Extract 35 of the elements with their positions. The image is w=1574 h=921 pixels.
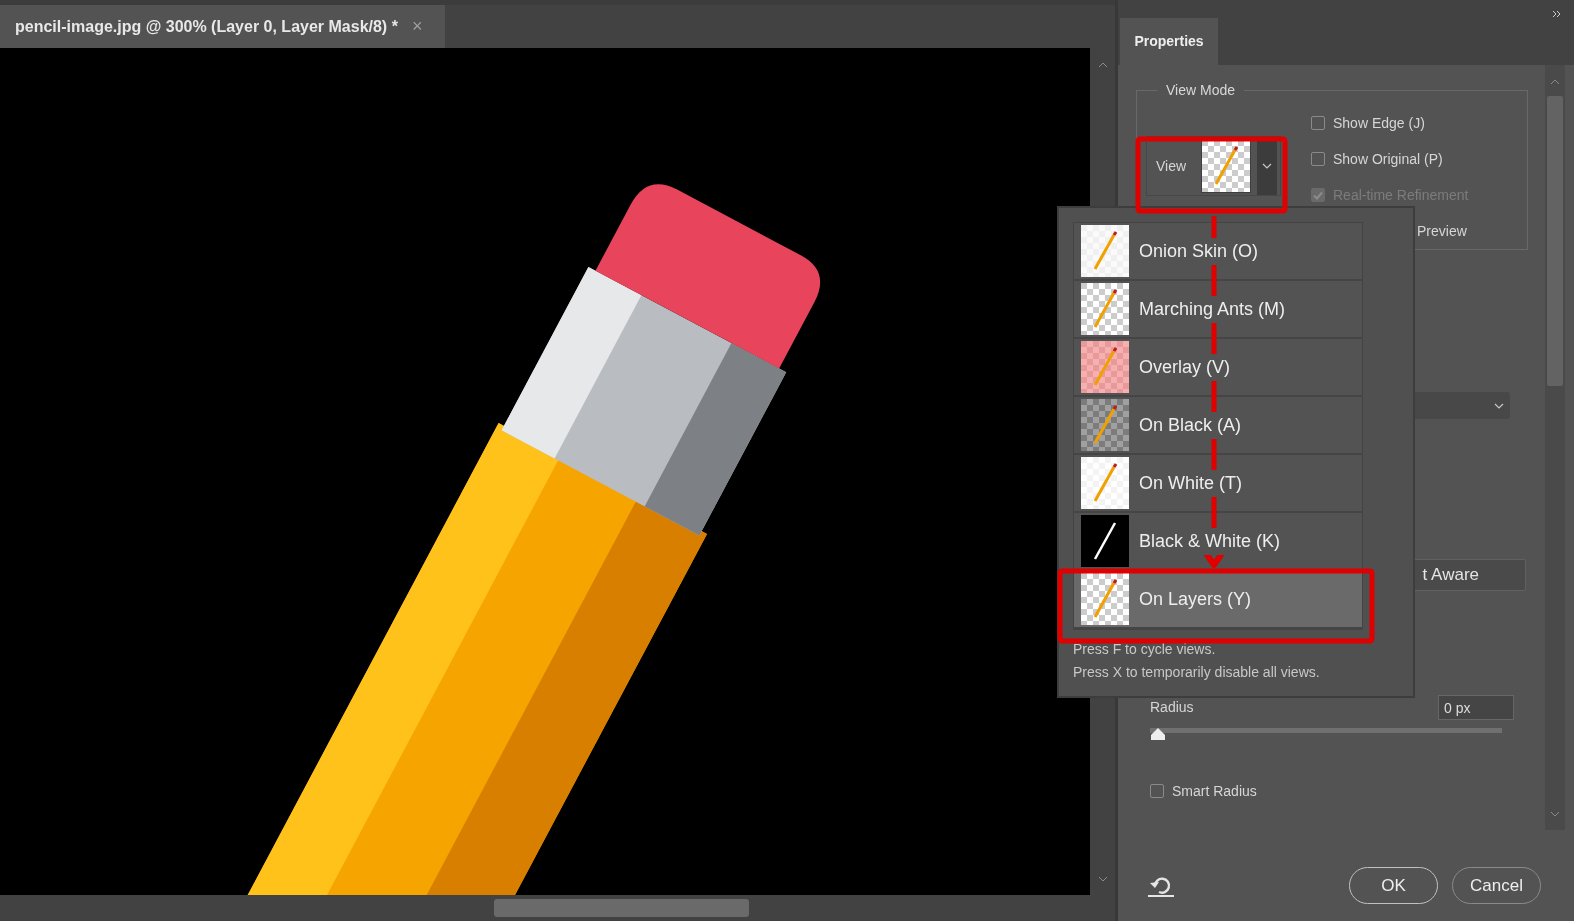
menu-item[interactable]: Marching Ants (M): [1074, 281, 1362, 339]
document-title: pencil-image.jpg @ 300% (Layer 0, Layer Mask/8) *: [15, 16, 398, 37]
view-thumbnail: [1081, 515, 1129, 567]
menu-item[interactable]: On White (T): [1074, 455, 1362, 513]
hint-text: Press F to cycle views.: [1073, 640, 1217, 659]
hint-text: Press X to temporarily disable all views.: [1073, 663, 1321, 682]
checkbox[interactable]: [1150, 784, 1164, 798]
view-thumbnail: [1081, 341, 1129, 393]
panel-tab[interactable]: Properties: [1120, 18, 1218, 65]
checkbox-label: Preview: [1417, 221, 1467, 241]
checkbox-label: Smart Radius: [1172, 781, 1257, 801]
field-label: Radius: [1150, 698, 1194, 717]
menu-item[interactable]: On Black (A): [1074, 397, 1362, 455]
scrollbar-thumb[interactable]: [494, 899, 749, 917]
view-thumbnail: [1081, 457, 1129, 509]
checkbox[interactable]: [1311, 152, 1325, 166]
view-thumbnail: [1081, 225, 1129, 277]
chevron-down-icon: [1494, 402, 1504, 409]
view-thumbnail: [1081, 573, 1129, 625]
checkbox[interactable]: [1311, 116, 1325, 130]
radius-field[interactable]: 0 px: [1438, 695, 1514, 720]
document-tab[interactable]: pencil-image.jpg @ 300% (Layer 0, Layer Mask/8) * ×: [0, 5, 445, 48]
menu-item[interactable]: Onion Skin (O): [1074, 223, 1362, 281]
group-title: View Mode: [1165, 82, 1236, 98]
view-thumbnail: [1081, 399, 1129, 451]
menu-item[interactable]: Overlay (V): [1074, 339, 1362, 397]
view-thumbnail: [1202, 140, 1251, 192]
chevron-down-icon: [1262, 163, 1273, 169]
view-thumbnail: [1081, 283, 1129, 335]
checkbox-label: Show Original (P): [1333, 149, 1443, 169]
view-control[interactable]: View: [1146, 136, 1281, 196]
scrollbar-thumb[interactable]: [1547, 96, 1563, 386]
checkbox-label: Show Edge (J): [1333, 113, 1425, 133]
field-label: View: [1155, 156, 1188, 176]
menu-item[interactable]: On Layers (Y): [1074, 571, 1362, 629]
